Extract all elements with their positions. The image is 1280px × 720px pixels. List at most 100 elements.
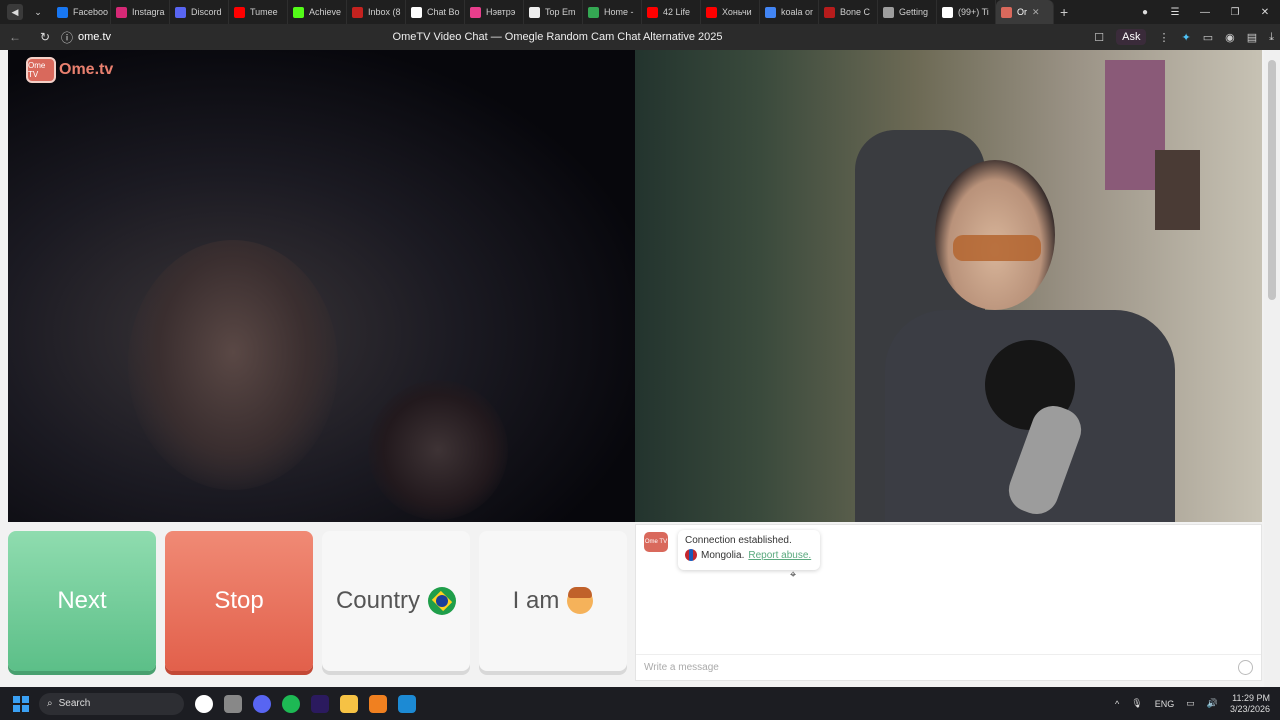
brazil-flag-icon bbox=[428, 587, 457, 615]
tab-favicon-icon bbox=[942, 6, 953, 18]
browser-tab[interactable]: Achieve bbox=[288, 0, 347, 24]
next-label: Next bbox=[57, 587, 107, 614]
browser-tab[interactable]: 42 Life bbox=[642, 0, 701, 24]
taskbar-app-icon[interactable] bbox=[282, 694, 300, 713]
browser-tab[interactable]: Tumee bbox=[229, 0, 288, 24]
more-icon[interactable]: ⋮ bbox=[1158, 31, 1169, 44]
browser-tab[interactable]: (99+) Ti bbox=[937, 0, 996, 24]
ometv-page: Ome TV Ome.tv Next Stop Country I am Ome… bbox=[0, 50, 1280, 687]
maximize-button[interactable]: ❐ bbox=[1220, 7, 1250, 18]
menu-icon[interactable]: ☰ bbox=[1160, 7, 1190, 18]
page-scrollbar[interactable] bbox=[1264, 50, 1280, 687]
tab-label: Discord bbox=[191, 7, 222, 17]
gender-button[interactable]: I am bbox=[479, 531, 627, 671]
windows-start-icon[interactable] bbox=[13, 695, 29, 712]
back-button[interactable]: ← bbox=[0, 30, 30, 44]
tab-label: Home - bbox=[604, 7, 634, 17]
tab-label: Хоньчи bbox=[722, 7, 752, 17]
chat-panel: Ome TV Connection established. Mongolia.… bbox=[635, 524, 1262, 681]
clock-time: 11:29 PM bbox=[1232, 692, 1270, 703]
tab-favicon-icon bbox=[647, 6, 658, 18]
message-input[interactable]: Write a message bbox=[636, 654, 1261, 680]
ask-button[interactable]: Ask bbox=[1116, 29, 1147, 45]
second-face bbox=[368, 380, 508, 520]
reload-button[interactable]: ↻ bbox=[30, 30, 60, 44]
tab-favicon-icon bbox=[883, 6, 894, 18]
media-icon[interactable]: ◉ bbox=[1225, 31, 1235, 44]
browser-tab[interactable]: Top Em bbox=[524, 0, 583, 24]
clock[interactable]: 11:29 PM 3/23/2026 bbox=[1230, 693, 1270, 715]
browser-tab[interactable]: koala or bbox=[760, 0, 819, 24]
tab-favicon-icon bbox=[411, 6, 422, 18]
tab-favicon-icon bbox=[175, 6, 186, 18]
clock-date: 3/23/2026 bbox=[1229, 703, 1270, 714]
site-info-icon[interactable]: ⓘ bbox=[60, 29, 74, 46]
taskbar-apps bbox=[184, 694, 416, 713]
tab-label: Нэвтрэ bbox=[486, 7, 516, 17]
browser-tab[interactable]: Хоньчи bbox=[701, 0, 760, 24]
ometv-logo[interactable]: Ome TV Ome.tv bbox=[26, 57, 113, 83]
country-button[interactable]: Country bbox=[322, 531, 470, 671]
emoji-picker-icon[interactable] bbox=[1238, 660, 1253, 675]
extension-icon[interactable]: ✦ bbox=[1181, 31, 1190, 44]
wall-poster-2 bbox=[1155, 150, 1200, 230]
language-indicator[interactable]: ENG bbox=[1155, 699, 1175, 709]
tab-favicon-icon bbox=[765, 6, 776, 18]
browser-tab[interactable]: Instagra bbox=[111, 0, 170, 24]
next-button[interactable]: Next bbox=[8, 531, 156, 671]
volume-icon[interactable]: 🔊 bbox=[1207, 698, 1218, 709]
browser-tab[interactable]: Faceboo bbox=[52, 0, 111, 24]
address-bar: ← ↻ ⓘ ome.tv bbox=[0, 24, 1280, 50]
tab-label: Inbox (8 bbox=[368, 7, 401, 17]
taskbar-app-icon[interactable] bbox=[398, 694, 416, 713]
browser-tab[interactable]: Inbox (8 bbox=[347, 0, 406, 24]
network-icon[interactable]: ▭ bbox=[1186, 698, 1195, 709]
report-abuse-link[interactable]: Report abuse. bbox=[748, 550, 811, 561]
taskbar-app-icon[interactable] bbox=[224, 694, 242, 713]
close-window-button[interactable]: ✕ bbox=[1250, 7, 1280, 18]
taskbar-app-icon[interactable] bbox=[253, 694, 271, 713]
browser-tab[interactable]: Chat Bo bbox=[406, 0, 465, 24]
system-tray: ^ 🎙 ENG ▭ 🔊 11:29 PM 3/23/2026 bbox=[1115, 687, 1270, 720]
tray-chevron-icon[interactable]: ^ bbox=[1115, 699, 1119, 709]
tab-label: Chat Bo bbox=[427, 7, 460, 17]
taskbar-app-icon[interactable] bbox=[369, 694, 387, 713]
search-icon: ⌕ bbox=[47, 698, 53, 709]
tab-label: Top Em bbox=[545, 7, 576, 17]
tab-strip: Faceboo Instagra Discord Tumee Achieve Inbox … bbox=[52, 0, 1054, 24]
download-icon[interactable]: ⤓ bbox=[1269, 31, 1274, 44]
taskbar-app-icon[interactable] bbox=[311, 694, 329, 713]
taskbar-search[interactable]: ⌕ Search bbox=[39, 692, 184, 715]
tablet-icon[interactable]: ▭ bbox=[1203, 31, 1213, 44]
tab-label: Or bbox=[1017, 7, 1027, 17]
browser-tab[interactable]: Home - bbox=[583, 0, 642, 24]
taskbar-app-icon[interactable] bbox=[195, 694, 213, 713]
microphone-icon[interactable]: 🎙 bbox=[1131, 698, 1142, 709]
tab-audio-icon[interactable]: ◀ bbox=[7, 4, 23, 20]
browser-tab[interactable]: Getting bbox=[878, 0, 937, 24]
tab-favicon-icon bbox=[470, 6, 481, 18]
url-field[interactable]: ome.tv bbox=[78, 31, 111, 43]
address-bar-actions: ☐ Ask ⋮ ✦ ▭ ◉ ▤ ⤓ bbox=[1094, 24, 1274, 50]
browser-tab[interactable]: Or ✕ bbox=[996, 0, 1054, 24]
bookmark-icon[interactable]: ☐ bbox=[1094, 31, 1104, 44]
ometv-logo-text: Ome.tv bbox=[59, 61, 114, 78]
tab-favicon-icon bbox=[116, 6, 127, 18]
minimize-button[interactable]: — bbox=[1190, 7, 1220, 18]
browser-tab[interactable]: Discord bbox=[170, 0, 229, 24]
browser-tab[interactable]: Нэвтрэ bbox=[465, 0, 524, 24]
profile-icon[interactable]: ● bbox=[1130, 7, 1160, 18]
tab-list-chevron-icon[interactable]: ⌄ bbox=[30, 4, 46, 20]
browser-tab[interactable]: Bone C bbox=[819, 0, 878, 24]
close-tab-icon[interactable]: ✕ bbox=[1032, 7, 1040, 18]
system-message: Connection established. Mongolia. Report… bbox=[678, 530, 820, 570]
new-tab-button[interactable]: + bbox=[1060, 4, 1068, 20]
taskbar-app-icon[interactable] bbox=[340, 694, 358, 713]
collections-icon[interactable]: ▤ bbox=[1247, 31, 1257, 44]
ometv-logo-icon: Ome TV bbox=[26, 57, 56, 83]
stop-button[interactable]: Stop bbox=[165, 531, 313, 671]
browser-tabbar: ◀ ⌄ Faceboo Instagra Discord Tumee Achieve In… bbox=[0, 0, 1280, 24]
tab-label: Achieve bbox=[309, 7, 342, 17]
scrollbar-thumb[interactable] bbox=[1268, 60, 1276, 300]
tab-label: koala or bbox=[781, 7, 814, 17]
